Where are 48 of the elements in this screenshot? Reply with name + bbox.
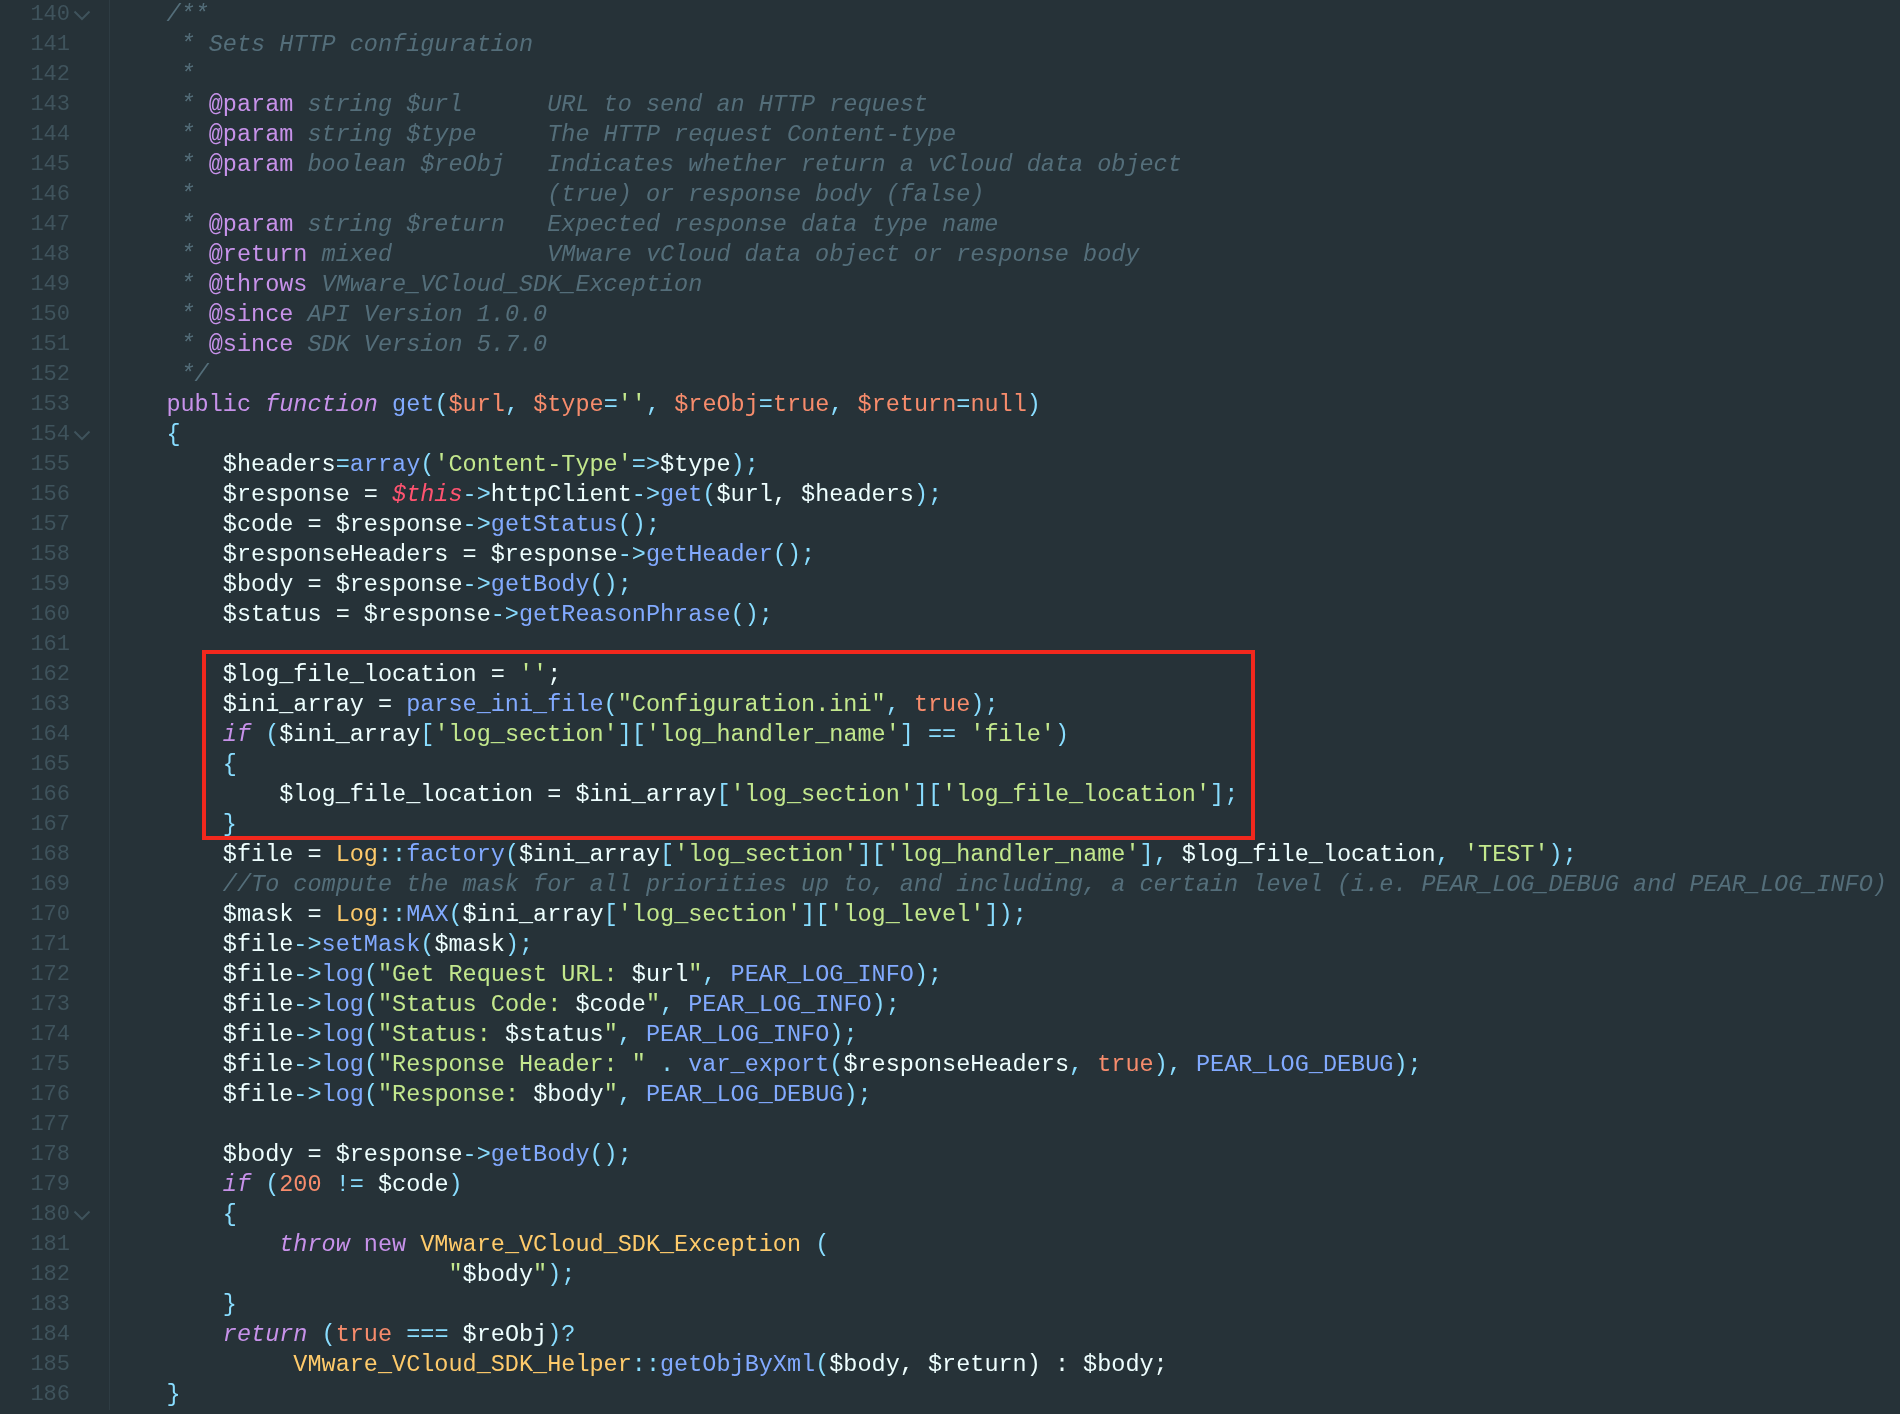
code-line: /**	[165, 0, 209, 30]
code-line: return (true === $reObj)?	[221, 1320, 576, 1350]
code-line: $file->setMask($mask);	[221, 930, 534, 960]
code-line: $file->log("Get Request URL: $url", PEAR_LOG_INFO);	[221, 960, 943, 990]
code-line: }	[165, 1380, 181, 1410]
code-line: throw new VMware_VCloud_SDK_Exception (	[278, 1230, 830, 1260]
code-line: $file->log("Status Code: $code", PEAR_LOG_INFO);	[221, 990, 900, 1020]
code-line: $code = $response->getStatus();	[221, 510, 660, 540]
code-line: }	[221, 1290, 237, 1320]
chevron-icon[interactable]	[73, 9, 91, 21]
code-line: $file->log("Status: $status", PEAR_LOG_INFO);	[221, 1020, 858, 1050]
code-line: $log_file_location = '';	[221, 660, 562, 690]
code-line: $file = Log::factory($ini_array['log_section']['log_handler_name'], $log_file_location, 'TEST');	[221, 840, 1577, 870]
code-line: $ini_array = parse_ini_file("Configuration.ini", true);	[221, 690, 999, 720]
code-line: $body = $response->getBody();	[221, 1140, 632, 1170]
code-line: {	[221, 1200, 237, 1230]
code-line: //To compute the mask for all priorities up to, and including, a certain level (i.e. PEAR_LOG_DEBUG and PEAR_LOG_INFO)	[221, 870, 1887, 900]
code-line: VMware_VCloud_SDK_Helper::getObjByXml($body, $return) : $body;	[292, 1350, 1168, 1380]
code-line: * @param string $type The HTTP request Content-type	[179, 120, 957, 150]
code-line: * @param boolean $reObj Indicates whether return a vCloud data object	[179, 150, 1182, 180]
code-line: * (true) or response body (false)	[179, 180, 985, 210]
code-line: public function get($url, $type='', $reObj=true, $return=null)	[165, 390, 1041, 420]
code-line: $status = $response->getReasonPhrase();	[221, 600, 773, 630]
code-line: $headers=array('Content-Type'=>$type);	[221, 450, 759, 480]
code-line: * @since API Version 1.0.0	[179, 300, 548, 330]
chevron-icon[interactable]	[73, 429, 91, 441]
code-line: $response = $this->httpClient->get($url, $headers);	[221, 480, 943, 510]
code-line: if (200 != $code)	[221, 1170, 463, 1200]
code-line: {	[165, 420, 181, 450]
code-line: $body = $response->getBody();	[221, 570, 632, 600]
code-line: * Sets HTTP configuration	[179, 30, 534, 60]
code-line: * @since SDK Version 5.7.0	[179, 330, 548, 360]
code-line: $file->log("Response Header: " . var_export($responseHeaders, true), PEAR_LOG_DEBUG);	[221, 1050, 1422, 1080]
code-line: * @throws VMware_VCloud_SDK_Exception	[179, 270, 703, 300]
code-line: * @param string $return Expected response data type name	[179, 210, 999, 240]
code-line: }	[221, 810, 237, 840]
code-line: if ($ini_array['log_section']['log_handler_name'] == 'file')	[221, 720, 1070, 750]
code-line: */	[179, 360, 209, 390]
code-line: $log_file_location = $ini_array['log_section']['log_file_location'];	[278, 780, 1239, 810]
code-line: * @param string $url URL to send an HTTP request	[179, 90, 928, 120]
code-line: "$body");	[447, 1260, 576, 1290]
code-line: *	[179, 60, 195, 90]
code-line: * @return mixed VMware vCloud data object or response body	[179, 240, 1140, 270]
chevron-icon[interactable]	[73, 1209, 91, 1221]
code-line: {	[221, 750, 237, 780]
code-line: $responseHeaders = $response->getHeader();	[221, 540, 816, 570]
code-line: $file->log("Response: $body", PEAR_LOG_DEBUG);	[221, 1080, 872, 1110]
code-line: $mask = Log::MAX($ini_array['log_section']['log_level']);	[221, 900, 1027, 930]
